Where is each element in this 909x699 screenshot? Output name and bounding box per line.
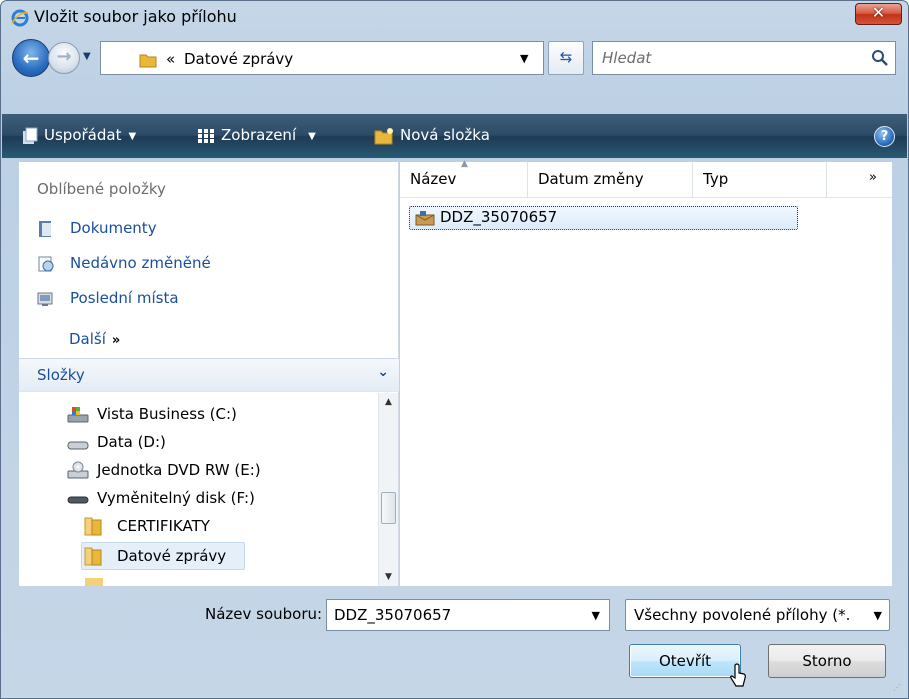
favorites-header: Oblíbené položky: [37, 180, 166, 198]
column-header-type[interactable]: Typ: [693, 162, 827, 198]
tree-label: Data (D:): [97, 433, 166, 451]
filename-label: Název souboru:: [205, 605, 323, 623]
breadcrumb-overflow[interactable]: «: [166, 50, 175, 68]
search-icon[interactable]: [871, 49, 889, 67]
breadcrumb-current[interactable]: Datové zprávy: [184, 50, 293, 68]
file-type-value: Všechny povolené přílohy (*.: [634, 606, 851, 624]
column-overflow[interactable]: »: [827, 162, 892, 198]
mouse-cursor-icon: [730, 663, 746, 687]
resize-grip-icon[interactable]: ⋰: [893, 683, 902, 692]
more-label: Další: [69, 330, 106, 348]
address-bar[interactable]: « Datové zprávy ▼: [100, 41, 544, 75]
file-list-pane: Název ▲ Datum změny Typ » DDZ_35070657: [400, 159, 892, 586]
file-row[interactable]: DDZ_35070657: [409, 206, 798, 230]
column-header-date[interactable]: Datum změny: [528, 162, 693, 198]
history-dropdown-icon[interactable]: ▼: [83, 51, 91, 62]
folders-header[interactable]: Složky ⌄: [19, 358, 399, 392]
sort-ascending-icon: ▲: [461, 159, 468, 169]
folder-icon: [139, 54, 157, 68]
filename-dropdown-icon[interactable]: ▼: [592, 609, 600, 622]
file-type-select[interactable]: Všechny povolené přílohy (*. ▼: [625, 599, 890, 631]
removable-drive-icon: [67, 496, 89, 504]
scrollbar-thumb[interactable]: [381, 492, 396, 524]
column-label: Název: [410, 170, 457, 188]
tree-item-removable[interactable]: Vyměnitelný disk (F:): [67, 486, 367, 512]
tree-item-datove-zpravy[interactable]: Datové zprávy: [81, 542, 245, 570]
column-label: Datum změny: [538, 170, 644, 188]
chevron-down-icon: ⌄: [377, 364, 389, 380]
tree-label: CERTIFIKATY: [117, 517, 210, 535]
chevron-down-icon: ▼: [308, 131, 316, 142]
double-chevron-icon: »: [869, 170, 877, 185]
column-header-row: Název ▲ Datum změny Typ »: [400, 159, 892, 198]
folder-icon: [84, 547, 102, 566]
places-icon: [37, 292, 53, 306]
dvd-drive-icon: [67, 461, 89, 479]
file-name: DDZ_35070657: [440, 208, 558, 226]
tree-item-vista-business[interactable]: Vista Business (C:): [67, 402, 367, 428]
organize-button[interactable]: Uspořádat ▼: [22, 124, 136, 148]
data-message-icon: [415, 211, 435, 226]
organize-label: Uspořádat: [44, 126, 122, 144]
navigation-bar: ← → ▼ « Datové zprávy ▼ ⇆: [1, 35, 908, 85]
new-folder-icon: [374, 127, 393, 144]
back-arrow-icon: ←: [22, 46, 40, 70]
folders-label: Složky: [37, 366, 85, 384]
search-box: [592, 41, 896, 75]
organize-icon: [23, 127, 38, 144]
chevron-down-icon: ▼: [873, 609, 882, 622]
cancel-button[interactable]: Storno: [768, 644, 886, 678]
views-icon: [198, 128, 214, 143]
navigation-pane: Oblíbené položky Dokumenty Nedávno změně…: [19, 162, 399, 586]
system-drive-icon: [67, 407, 89, 423]
window-title: Vložit soubor jako přílohu: [34, 7, 237, 26]
forward-arrow-icon: →: [56, 46, 72, 67]
dialog-window: Vložit soubor jako přílohu ✕ ← → ▼ « Dat…: [0, 0, 909, 699]
help-button[interactable]: ?: [874, 126, 895, 147]
tree-label: Datové zprávy: [117, 547, 227, 565]
command-toolbar: Uspořádat ▼ Zobrazení ▼ Nová složka ?: [2, 114, 907, 158]
tree-item-certifikaty[interactable]: CERTIFIKATY: [83, 514, 283, 540]
tree-label: Vista Business (C:): [97, 405, 237, 423]
forward-button[interactable]: →: [48, 42, 80, 74]
title-bar: Vložit soubor jako přílohu ✕: [1, 1, 908, 35]
folder-icon: [85, 578, 103, 586]
views-label: Zobrazení: [221, 126, 297, 144]
refresh-button[interactable]: ⇆: [548, 41, 584, 75]
filename-combobox: ▼: [326, 599, 610, 631]
tree-scrollbar[interactable]: ▲ ▼: [378, 393, 398, 586]
tree-item-data[interactable]: Data (D:): [67, 430, 367, 456]
favorite-label: Poslední místa: [70, 289, 179, 307]
open-button[interactable]: Otevřít: [629, 644, 741, 678]
search-input[interactable]: [593, 42, 858, 74]
internet-explorer-icon: [11, 9, 29, 27]
address-dropdown-icon[interactable]: ▼: [520, 52, 528, 65]
column-label: Typ: [703, 170, 729, 188]
back-button[interactable]: ←: [12, 39, 50, 77]
tree-item-dvd[interactable]: Jednotka DVD RW (E:): [67, 458, 367, 484]
help-icon: ?: [880, 129, 889, 144]
favorite-label: Nedávno změněné: [70, 254, 211, 272]
favorite-label: Dokumenty: [70, 219, 157, 237]
tree-label: Vyměnitelný disk (F:): [97, 489, 255, 507]
views-button[interactable]: Zobrazení ▼: [197, 124, 316, 148]
tree-label: Jednotka DVD RW (E:): [97, 461, 261, 479]
refresh-icon: ⇆: [559, 48, 573, 66]
filename-input[interactable]: [327, 600, 582, 630]
close-button[interactable]: ✕: [855, 3, 902, 25]
close-icon: ✕: [871, 3, 886, 22]
more-favorites-link[interactable]: Další »: [69, 330, 120, 348]
double-chevron-icon: »: [111, 333, 121, 348]
recent-icon: [38, 256, 54, 272]
documents-icon: [39, 221, 51, 237]
new-folder-button[interactable]: Nová složka: [374, 124, 490, 148]
scroll-down-icon[interactable]: ▼: [379, 572, 398, 582]
column-header-name[interactable]: Název ▲: [400, 159, 528, 198]
scroll-up-icon[interactable]: ▲: [379, 397, 398, 407]
chevron-down-icon: ▼: [128, 131, 137, 142]
folder-icon: [84, 517, 102, 536]
new-folder-label: Nová složka: [400, 126, 490, 144]
hard-drive-icon: [67, 441, 89, 450]
